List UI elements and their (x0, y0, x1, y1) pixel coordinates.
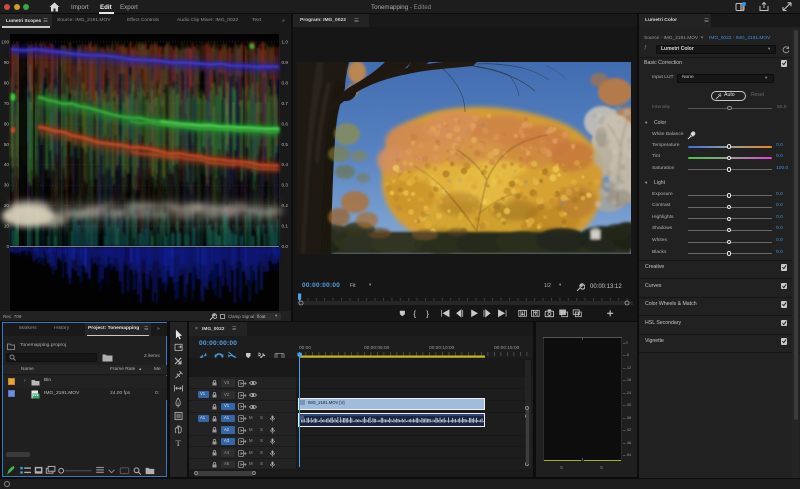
svg-text:0.5: 0.5 (282, 142, 289, 147)
svg-text:{: { (413, 308, 416, 318)
svg-text:00:00:10:00: 00:00:10:00 (429, 345, 455, 351)
svg-text:0.1: 0.1 (282, 224, 289, 229)
svg-text:50: 50 (4, 142, 10, 147)
svg-text:0.3: 0.3 (282, 183, 289, 188)
svg-text:100: 100 (1, 40, 9, 45)
svg-text:80: 80 (4, 80, 10, 85)
svg-text:0.6: 0.6 (282, 121, 289, 126)
svg-text:T: T (175, 438, 181, 448)
svg-text:30: 30 (4, 183, 10, 188)
svg-text:}: } (426, 308, 429, 318)
svg-text:70: 70 (4, 101, 10, 106)
svg-text:00:00:15:00: 00:00:15:00 (494, 345, 520, 351)
svg-text:0.4: 0.4 (282, 162, 289, 167)
svg-text:00:00: 00:00 (299, 345, 311, 351)
svg-text:00:00:05:00: 00:00:05:00 (364, 345, 390, 351)
svg-text:0.2: 0.2 (282, 203, 289, 208)
svg-text:0.8: 0.8 (282, 80, 289, 85)
svg-text:0.0: 0.0 (282, 244, 289, 249)
svg-text:0.9: 0.9 (282, 60, 289, 65)
svg-text:20: 20 (4, 203, 10, 208)
svg-text:60: 60 (4, 121, 10, 126)
svg-text:40: 40 (4, 162, 10, 167)
svg-text:90: 90 (4, 60, 10, 65)
svg-text:1.0: 1.0 (282, 40, 289, 45)
svg-text:0.7: 0.7 (282, 101, 289, 106)
svg-text:0: 0 (6, 244, 9, 249)
svg-text:10: 10 (4, 224, 10, 229)
